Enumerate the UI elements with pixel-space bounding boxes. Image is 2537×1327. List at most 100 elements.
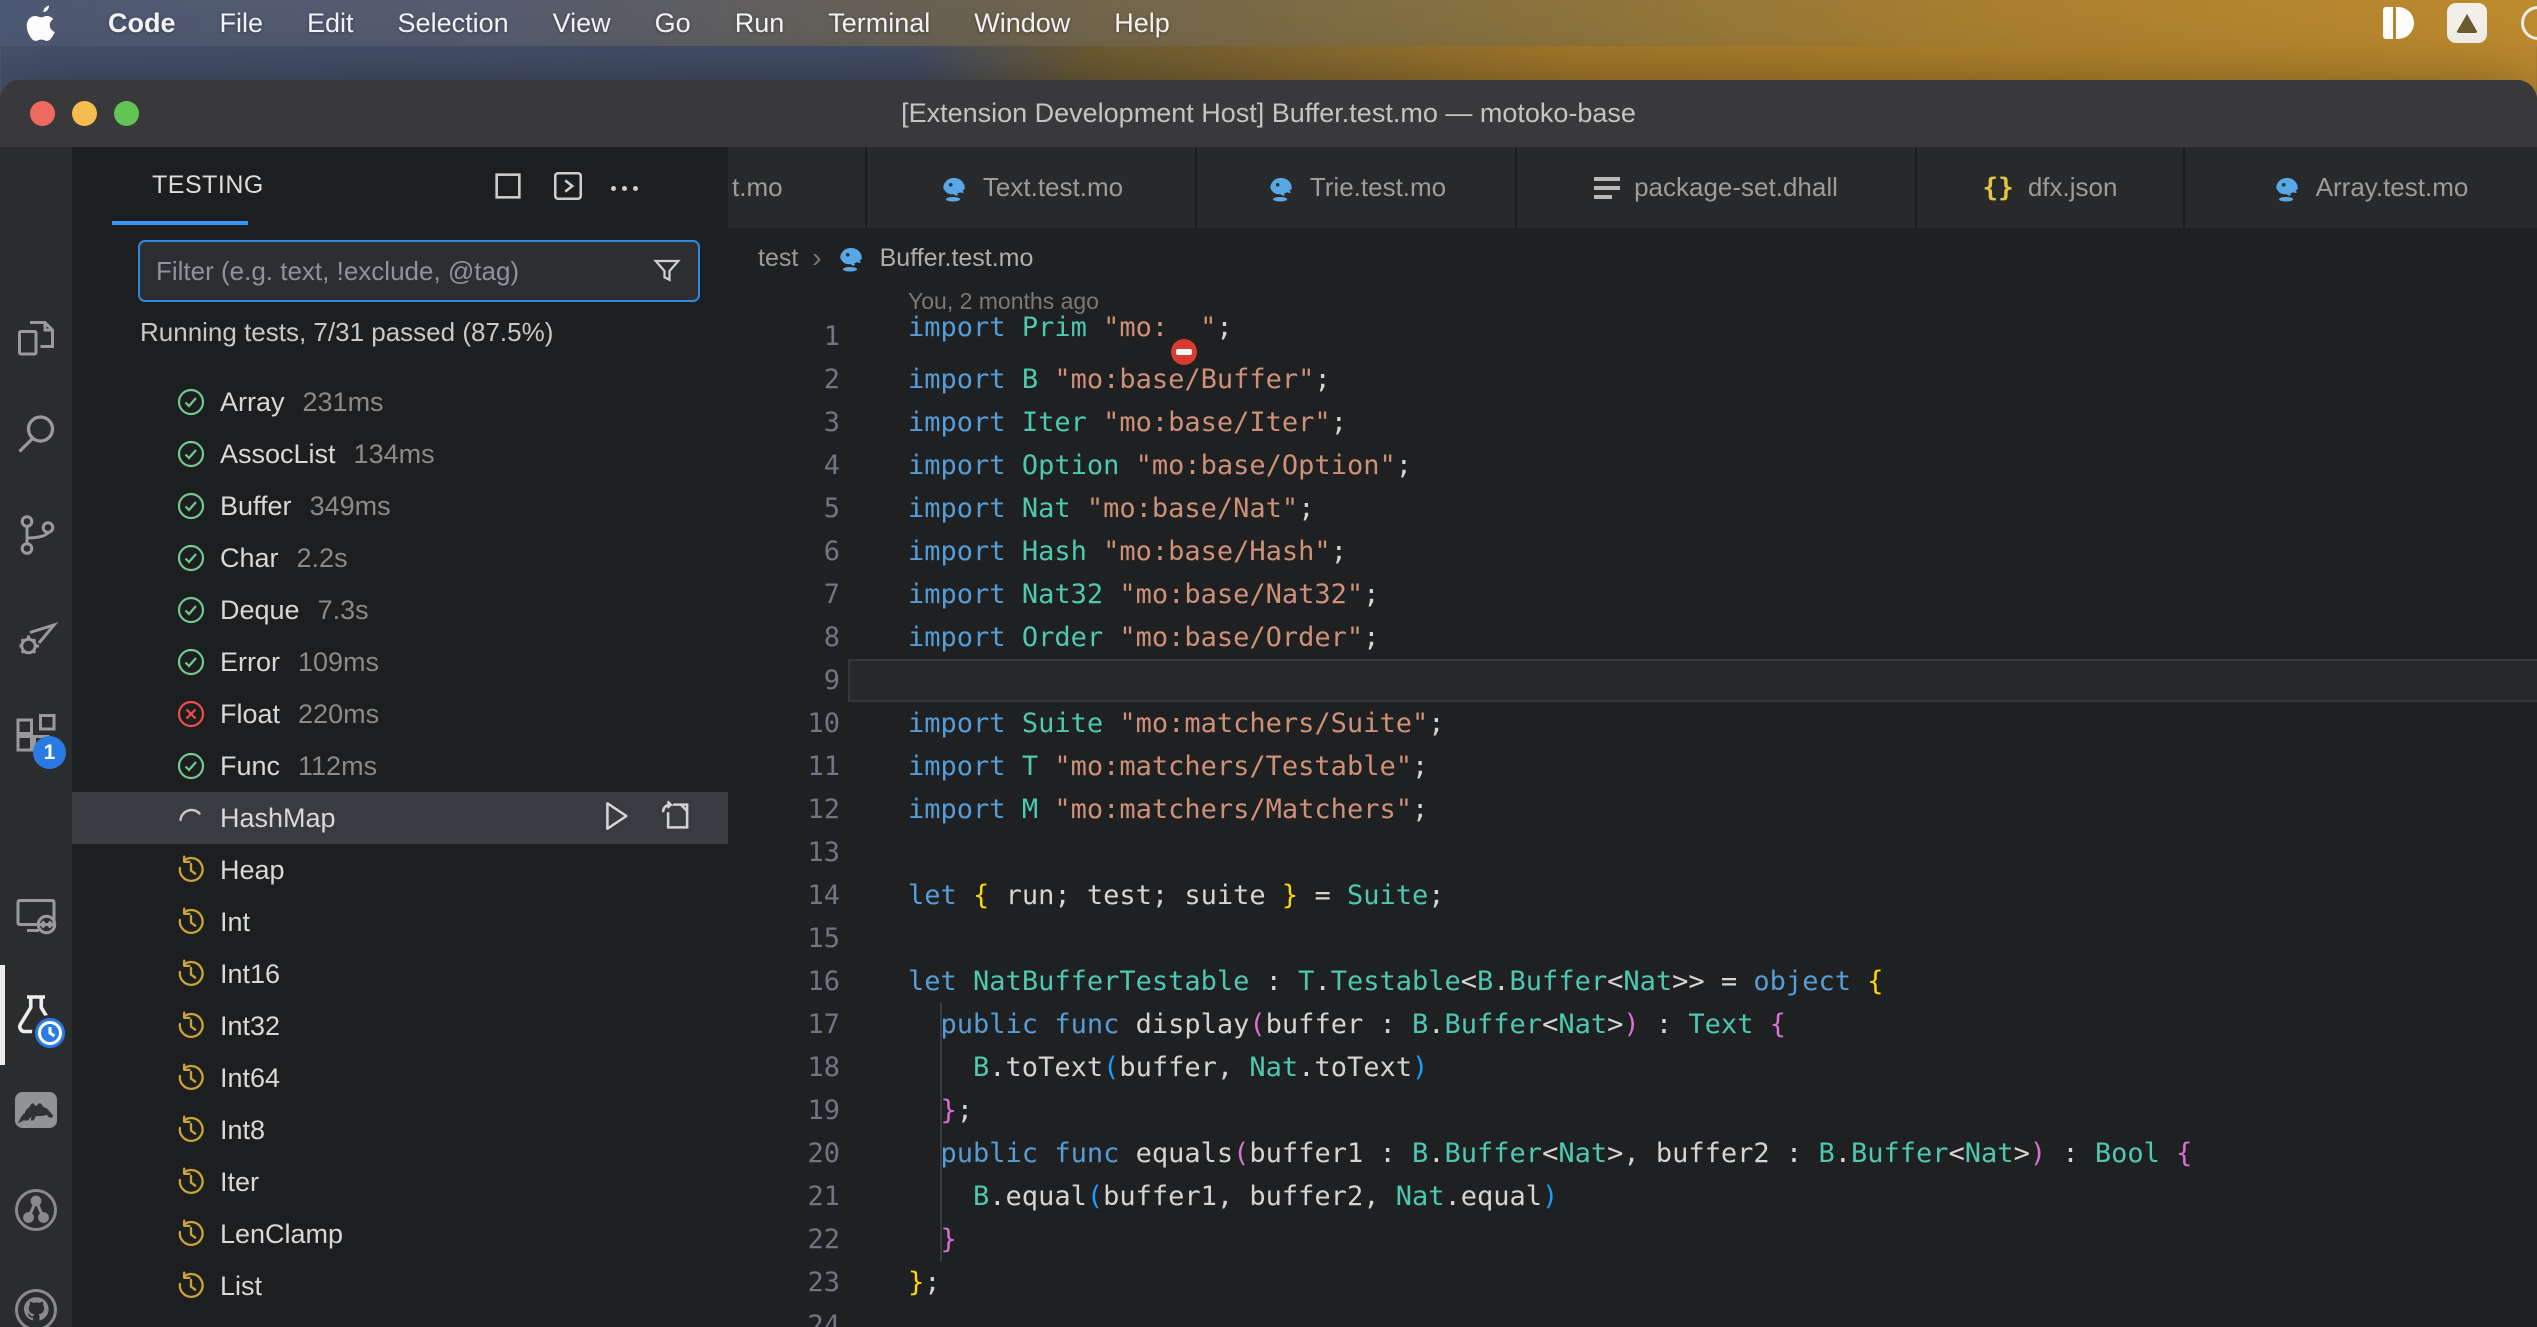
menu-window[interactable]: Window <box>952 8 1092 39</box>
menu-run[interactable]: Run <box>713 8 807 39</box>
tab-package-set-dhall[interactable]: package-set.dhall <box>1517 147 1917 228</box>
queued-status-icon <box>176 1063 206 1093</box>
queued-status-icon <box>176 959 206 989</box>
test-row-int16[interactable]: Int16 <box>72 948 728 1000</box>
test-row-int8[interactable]: Int8 <box>72 1104 728 1156</box>
menu-go[interactable]: Go <box>633 8 713 39</box>
test-row-deque[interactable]: Deque7.3s <box>72 584 728 636</box>
code-line-2[interactable]: 2import B "mo:base/Buffer"; <box>728 358 2537 401</box>
test-row-iter[interactable]: Iter <box>72 1156 728 1208</box>
explorer-icon[interactable] <box>0 293 72 385</box>
code-line-20[interactable]: 20 public func equals(buffer1 : B.Buffer… <box>728 1132 2537 1175</box>
menu-terminal[interactable]: Terminal <box>806 8 952 39</box>
tab-dfx-json[interactable]: {}dfx.json <box>1917 147 2185 228</box>
menu-view[interactable]: View <box>531 8 633 39</box>
code-line-7[interactable]: 7import Nat32 "mo:base/Nat32"; <box>728 573 2537 616</box>
tab-label: Trie.test.mo <box>1310 172 1446 203</box>
app-triangle-icon[interactable] <box>2447 3 2487 43</box>
code-line-9[interactable]: 9 <box>728 659 2537 702</box>
code-line-19[interactable]: 19 }; <box>728 1089 2537 1132</box>
menu-file[interactable]: File <box>198 8 286 39</box>
code-line-22[interactable]: 22 } <box>728 1218 2537 1261</box>
code-line-18[interactable]: 18 B.toText(buffer, Nat.toText) <box>728 1046 2537 1089</box>
code-line-23[interactable]: 23}; <box>728 1261 2537 1304</box>
funnel-icon[interactable] <box>652 256 682 286</box>
line-text: }; <box>840 1267 941 1298</box>
line-number: 11 <box>728 751 840 782</box>
test-row-heap[interactable]: Heap <box>72 844 728 896</box>
test-row-func[interactable]: Func112ms <box>72 740 728 792</box>
run-boxed-icon[interactable] <box>551 169 585 208</box>
code-line-21[interactable]: 21 B.equal(buffer1, buffer2, Nat.equal) <box>728 1175 2537 1218</box>
more-actions-icon[interactable] <box>611 172 638 206</box>
test-name: Error <box>220 647 280 678</box>
molecule-extension-icon[interactable] <box>0 1164 72 1256</box>
breadcrumb-file[interactable]: Buffer.test.mo <box>880 244 1034 273</box>
tab-text-test-mo[interactable]: Text.test.mo <box>867 147 1197 228</box>
code-line-24[interactable]: 24 <box>728 1304 2537 1327</box>
menu-edit[interactable]: Edit <box>285 8 376 39</box>
breadcrumb-folder[interactable]: test <box>758 244 798 273</box>
code-line-11[interactable]: 11import T "mo:matchers/Testable"; <box>728 745 2537 788</box>
extensions-icon[interactable]: 1 <box>0 689 72 781</box>
test-row-buffer[interactable]: Buffer349ms <box>72 480 728 532</box>
menu-selection[interactable]: Selection <box>376 8 531 39</box>
test-row-int32[interactable]: Int32 <box>72 1000 728 1052</box>
menu-help[interactable]: Help <box>1092 8 1192 39</box>
code-line-5[interactable]: 5import Nat "mo:base/Nat"; <box>728 487 2537 530</box>
run-test-button[interactable] <box>596 797 634 840</box>
minimize-window-button[interactable] <box>72 101 97 126</box>
test-row-hashmap[interactable]: HashMap <box>72 792 728 844</box>
title-bar[interactable]: [Extension Development Host] Buffer.test… <box>0 80 2537 147</box>
code-line-14[interactable]: 14let { run; test; suite } = Suite; <box>728 874 2537 917</box>
test-row-assoclist[interactable]: AssocList134ms <box>72 428 728 480</box>
code-line-1[interactable]: 1import Prim "mo:⛔"; <box>728 315 2537 358</box>
test-row-error[interactable]: Error109ms <box>72 636 728 688</box>
partial-circle-icon[interactable] <box>2521 6 2537 40</box>
code-area[interactable]: You, 2 months ago 1import Prim "mo:⛔";2i… <box>728 288 2537 1327</box>
search-icon[interactable] <box>0 389 72 481</box>
breadcrumb[interactable]: test › Buffer.test.mo <box>728 228 2537 288</box>
code-line-3[interactable]: 3import Iter "mo:base/Iter"; <box>728 401 2537 444</box>
tab-label: Array.test.mo <box>2316 172 2469 203</box>
test-row-lenclamp[interactable]: LenClamp <box>72 1208 728 1260</box>
code-line-12[interactable]: 12import M "mo:matchers/Matchers"; <box>728 788 2537 831</box>
stop-square-icon[interactable] <box>491 169 525 208</box>
active-view-indicator <box>0 965 5 1065</box>
queued-status-icon <box>176 855 206 885</box>
tab-t-mo[interactable]: t.mo <box>728 147 867 228</box>
testing-running-badge <box>32 1015 68 1051</box>
test-filter-input[interactable]: Filter (e.g. text, !exclude, @tag) <box>138 240 700 302</box>
github-icon[interactable] <box>0 1264 72 1327</box>
code-line-6[interactable]: 6import Hash "mo:base/Hash"; <box>728 530 2537 573</box>
code-line-4[interactable]: 4import Option "mo:base/Option"; <box>728 444 2537 487</box>
camel-extension-icon[interactable] <box>0 1064 72 1156</box>
zoom-window-button[interactable] <box>114 101 139 126</box>
tab-trie-test-mo[interactable]: Trie.test.mo <box>1197 147 1517 228</box>
close-window-button[interactable] <box>30 101 55 126</box>
remote-explorer-icon[interactable] <box>0 871 72 963</box>
test-row-int64[interactable]: Int64 <box>72 1052 728 1104</box>
source-control-icon[interactable] <box>0 489 72 581</box>
test-row-int[interactable]: Int <box>72 896 728 948</box>
testing-icon[interactable] <box>0 969 72 1061</box>
test-row-array[interactable]: Array231ms <box>72 376 728 428</box>
code-line-17[interactable]: 17 public func display(buffer : B.Buffer… <box>728 1003 2537 1046</box>
chevron-right-icon: › <box>812 242 821 274</box>
test-row-float[interactable]: Float220ms <box>72 688 728 740</box>
code-line-10[interactable]: 10import Suite "mo:matchers/Suite"; <box>728 702 2537 745</box>
code-line-15[interactable]: 15 <box>728 917 2537 960</box>
code-line-8[interactable]: 8import Order "mo:base/Order"; <box>728 616 2537 659</box>
menu-code[interactable]: Code <box>86 8 198 39</box>
line-number: 6 <box>728 536 840 567</box>
test-row-list[interactable]: List <box>72 1260 728 1312</box>
run-and-debug-icon[interactable] <box>0 591 72 683</box>
display-arrangement-icon[interactable] <box>2383 7 2413 39</box>
apple-logo-icon[interactable] <box>26 6 58 40</box>
tab-array-test-mo[interactable]: Array.test.mo <box>2185 147 2537 228</box>
test-row-char[interactable]: Char2.2s <box>72 532 728 584</box>
code-line-13[interactable]: 13 <box>728 831 2537 874</box>
passed-status-icon <box>176 647 206 677</box>
code-line-16[interactable]: 16let NatBufferTestable : T.Testable<B.B… <box>728 960 2537 1003</box>
go-to-test-button[interactable] <box>658 797 696 840</box>
